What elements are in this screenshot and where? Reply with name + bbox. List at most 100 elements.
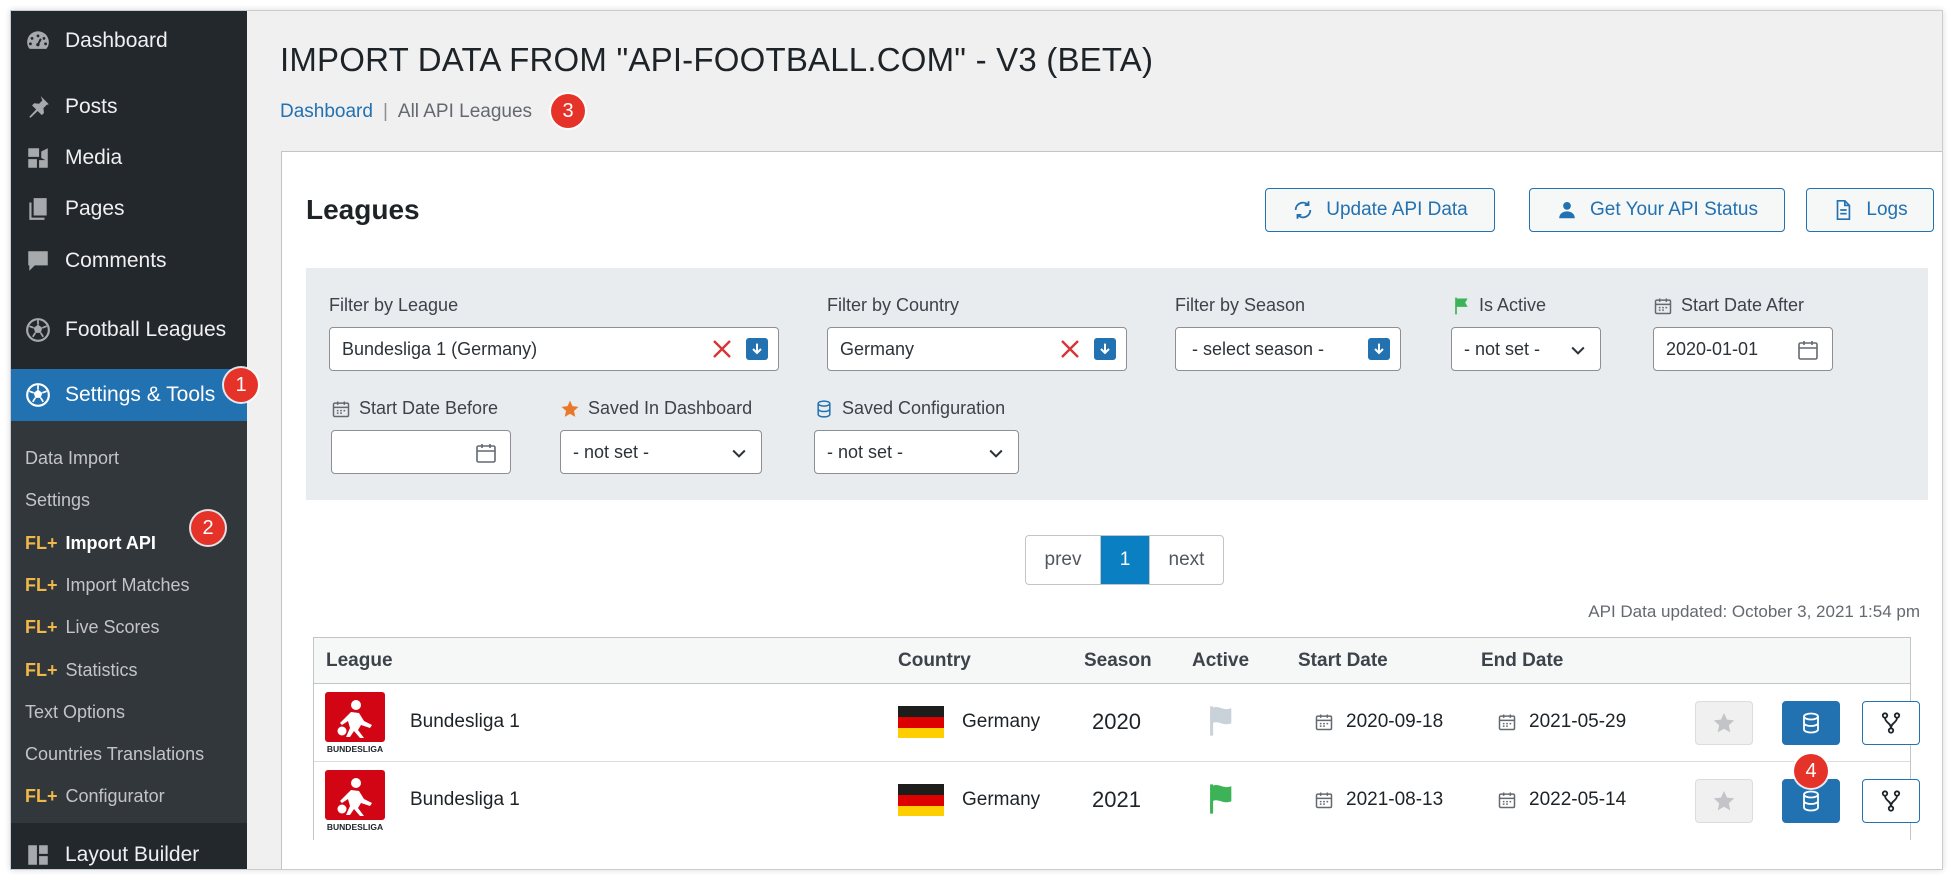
refresh-icon: [1294, 201, 1312, 219]
callout-badge-1: 1: [224, 368, 258, 402]
germany-flag-icon: [898, 784, 944, 816]
calendar-icon[interactable]: [474, 441, 498, 465]
callout-badge-4: 4: [1794, 754, 1828, 788]
submenu-item-text-options[interactable]: Text Options: [25, 697, 125, 727]
calendar-icon: [1498, 792, 1516, 809]
filter-is-active-select[interactable]: - not set -: [1451, 327, 1601, 371]
layout-icon: [25, 842, 51, 868]
menu-item-settings-tools[interactable]: Settings & Tools: [11, 369, 247, 421]
dropdown-arrow-icon[interactable]: [1094, 338, 1116, 360]
submenu-item-settings[interactable]: Settings: [25, 485, 90, 515]
flag-icon[interactable]: [1206, 704, 1236, 738]
column-header-start-date[interactable]: Start Date: [1298, 650, 1388, 672]
callout-badge-3: 3: [551, 94, 585, 128]
calendar-icon[interactable]: [1796, 338, 1820, 362]
update-api-data-button[interactable]: Update API Data: [1265, 188, 1495, 232]
football-icon: [25, 317, 51, 343]
menu-label: Comments: [65, 249, 167, 272]
clear-icon[interactable]: [710, 337, 734, 361]
column-header-active[interactable]: Active: [1192, 650, 1249, 672]
get-api-status-button[interactable]: Get Your API Status: [1529, 188, 1785, 232]
star-icon: [1713, 713, 1735, 733]
filter-saved-config-select[interactable]: - not set -: [814, 430, 1019, 474]
callout-badge-2: 2: [191, 511, 225, 545]
submenu-item-countries-translations[interactable]: Countries Translations: [25, 739, 204, 769]
country-name: Germany: [962, 711, 1041, 732]
filter-saved-dashboard-label: Saved In Dashboard: [560, 398, 752, 419]
pin-icon: [25, 94, 51, 120]
logs-button[interactable]: Logs: [1806, 188, 1934, 232]
column-header-end-date[interactable]: End Date: [1481, 650, 1563, 672]
football-icon: [25, 382, 51, 408]
breadcrumb-dashboard-link[interactable]: Dashboard: [280, 101, 373, 123]
menu-item-media[interactable]: Media: [11, 136, 247, 180]
menu-label: Settings & Tools: [65, 383, 216, 406]
season-value: 2021: [1092, 787, 1141, 812]
comment-icon: [25, 248, 51, 274]
page-title: IMPORT DATA FROM "API-FOOTBALL.COM" - V3…: [280, 41, 1154, 78]
league-name: Bundesliga 1: [410, 789, 520, 810]
dropdown-arrow-icon[interactable]: [1368, 338, 1390, 360]
user-icon: [1559, 202, 1575, 219]
table-row: BUNDESLIGA Bundesliga 1 Germany 2021 202…: [314, 762, 1920, 840]
filter-start-before-label: Start Date Before: [331, 398, 498, 419]
menu-item-dashboard[interactable]: Dashboard: [11, 19, 247, 63]
menu-item-football-leagues[interactable]: Football Leagues: [11, 308, 247, 352]
configure-import-button[interactable]: [1862, 779, 1920, 823]
filter-country-label: Filter by Country: [827, 295, 960, 315]
document-icon: [1837, 200, 1851, 220]
end-date-cell: 2022-05-14: [1497, 789, 1626, 811]
api-updated-text: API Data updated: October 3, 2021 1:54 p…: [1588, 602, 1920, 621]
submenu-item-live-scores[interactable]: FL+ Live Scores: [25, 612, 160, 642]
fork-icon: [1881, 712, 1901, 734]
column-header-country[interactable]: Country: [898, 650, 971, 672]
pagination-next[interactable]: next: [1149, 536, 1223, 584]
save-configuration-button[interactable]: [1782, 701, 1840, 745]
calendar-icon: [1498, 714, 1516, 731]
column-header-season[interactable]: Season: [1084, 650, 1152, 672]
menu-item-comments[interactable]: Comments: [11, 239, 247, 283]
dropdown-arrow-icon[interactable]: [746, 338, 768, 360]
submenu-item-configurator[interactable]: FL+ Configurator: [25, 781, 165, 811]
svg-text:BUNDESLIGA: BUNDESLIGA: [327, 822, 383, 832]
filter-country-select[interactable]: Germany: [827, 327, 1127, 371]
menu-item-pages[interactable]: Pages: [11, 187, 247, 231]
filter-saved-config-label: Saved Configuration: [814, 398, 1005, 419]
svg-text:BUNDESLIGA: BUNDESLIGA: [327, 744, 383, 754]
breadcrumb-separator: |: [382, 101, 388, 122]
pagination-page-1[interactable]: 1: [1101, 536, 1149, 584]
filter-is-active-label: Is Active: [1451, 295, 1546, 316]
menu-label: Layout Builder: [65, 843, 200, 866]
filter-season-label: Filter by Season: [1175, 295, 1306, 315]
column-header-league[interactable]: League: [326, 650, 393, 672]
filter-saved-dashboard-select[interactable]: - not set -: [560, 430, 762, 474]
submenu: Data Import Settings FL+ Import API FL+ Im…: [11, 421, 247, 823]
filters-area: Filter by League Filter by Country Filte…: [306, 268, 1928, 500]
filter-start-before-input[interactable]: [331, 430, 511, 474]
media-icon: [25, 145, 51, 171]
menu-item-layout-builder[interactable]: Layout Builder: [11, 833, 247, 869]
clear-icon[interactable]: [1058, 337, 1082, 361]
configure-import-button[interactable]: [1862, 701, 1920, 745]
flag-icon[interactable]: [1206, 782, 1236, 816]
table-row: BUNDESLIGA Bundesliga 1 Germany 2020 202…: [314, 684, 1920, 762]
calendar-icon: [1315, 714, 1333, 731]
bundesliga-logo: BUNDESLIGA: [325, 770, 385, 832]
filter-season-select[interactable]: - select season -: [1175, 327, 1401, 371]
save-to-dashboard-button[interactable]: [1695, 779, 1753, 823]
pagination-prev[interactable]: prev: [1026, 536, 1101, 584]
save-to-dashboard-button[interactable]: [1695, 701, 1753, 745]
filter-start-after-input[interactable]: 2020-01-01: [1653, 327, 1833, 371]
submenu-item-import-api[interactable]: FL+ Import API: [25, 528, 156, 558]
menu-label: Football Leagues: [65, 318, 227, 341]
filter-league-label: Filter by League: [329, 295, 459, 315]
submenu-item-import-matches[interactable]: FL+ Import Matches: [25, 570, 190, 600]
filter-league-select[interactable]: Bundesliga 1 (Germany): [329, 327, 779, 371]
database-icon: [817, 399, 831, 418]
menu-item-posts[interactable]: Posts: [11, 85, 247, 129]
flag-icon: [1455, 297, 1468, 314]
submenu-item-statistics[interactable]: FL+ Statistics: [25, 655, 138, 685]
menu-label: Posts: [65, 95, 118, 118]
start-date-cell: 2021-08-13: [1314, 789, 1443, 811]
submenu-item-data-import[interactable]: Data Import: [25, 443, 119, 473]
